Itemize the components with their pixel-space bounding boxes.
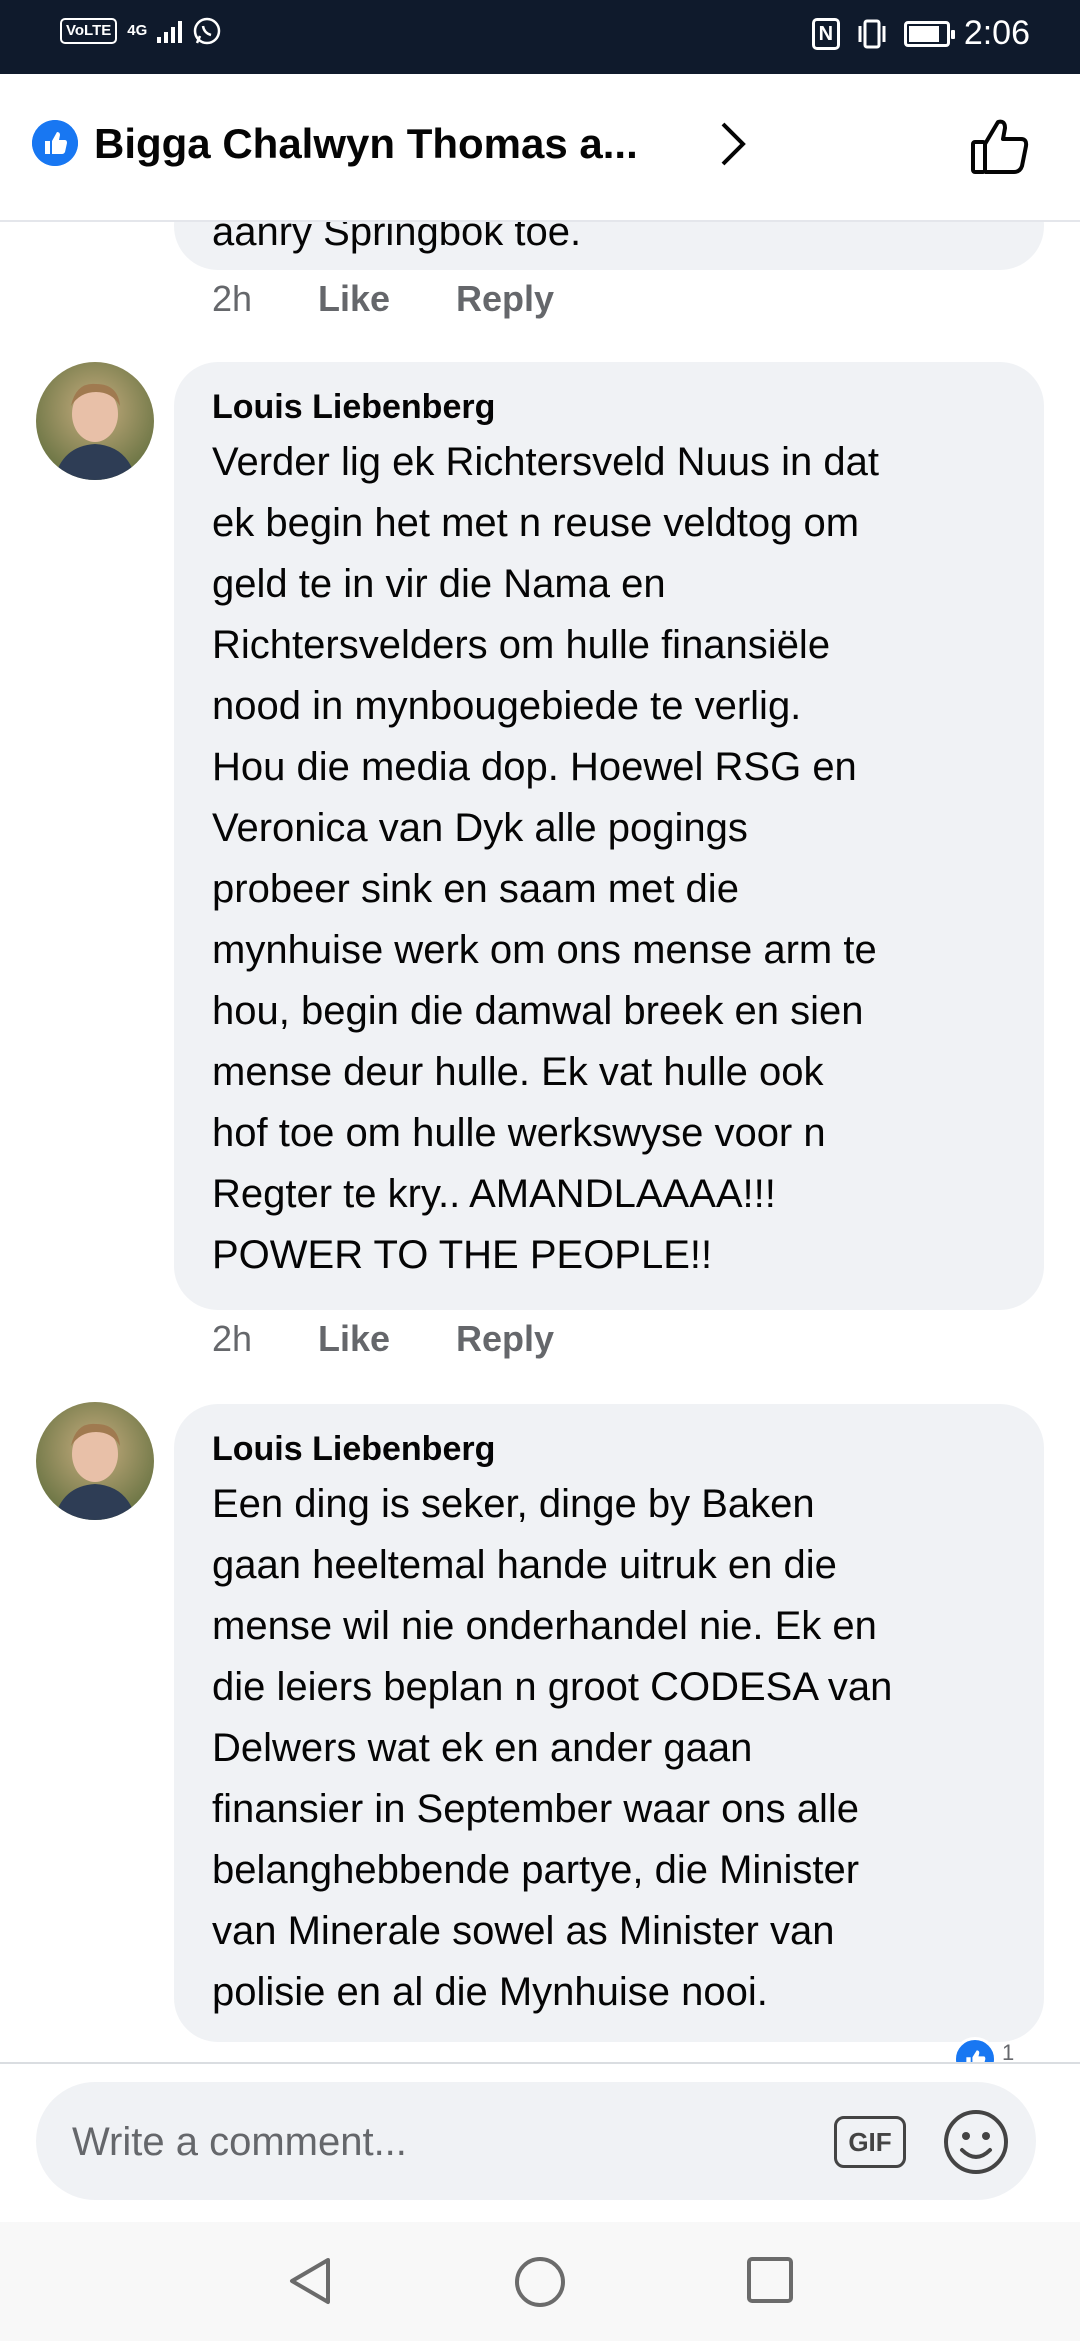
- comment-actions-previous: 2h Like Reply: [212, 278, 554, 320]
- like-badge-icon: [32, 120, 78, 166]
- reply-link[interactable]: Reply: [456, 1318, 554, 1360]
- nav-home-icon[interactable]: [512, 2254, 568, 2310]
- comment-input-placeholder: Write a comment...: [72, 2120, 407, 2164]
- comment-text-previous: aanry Springbok toe.: [212, 222, 582, 254]
- comment-input[interactable]: Write a comment... GIF: [36, 2082, 1036, 2200]
- comment-age: 2h: [212, 278, 253, 319]
- system-nav-bar: [0, 2222, 1080, 2341]
- signal-icon: [157, 19, 183, 43]
- comment-actions: 2h Like Reply: [212, 1318, 554, 1360]
- emoji-icon[interactable]: [942, 2108, 1010, 2176]
- reaction-count: 1: [1002, 2040, 1015, 2062]
- chevron-right-icon[interactable]: [715, 118, 751, 170]
- comment-author[interactable]: Louis Liebenberg: [212, 388, 495, 427]
- nav-recents-icon[interactable]: [744, 2254, 796, 2306]
- comment-text: Verder lig ek Richtersveld Nuus in dat e…: [212, 440, 879, 1277]
- thumbs-up-outline-icon[interactable]: [968, 114, 1032, 178]
- status-bar: VoLTE 4G N 2:06: [0, 0, 1080, 74]
- like-link[interactable]: Like: [318, 1318, 456, 1360]
- avatar[interactable]: [36, 1402, 154, 1520]
- like-link[interactable]: Like: [318, 278, 456, 320]
- volte-badge: VoLTE: [60, 18, 118, 44]
- comment-age: 2h: [212, 1318, 253, 1359]
- reply-link[interactable]: Reply: [456, 278, 554, 320]
- comment-composer: Write a comment... GIF: [0, 2062, 1080, 2222]
- nfc-icon: N: [811, 17, 840, 50]
- comment-text: Een ding is seker, dinge by Baken gaan h…: [212, 1482, 893, 2014]
- clock: 2:06: [963, 14, 1030, 52]
- vibrate-icon: [858, 19, 886, 48]
- nav-back-icon[interactable]: [284, 2254, 336, 2308]
- comment-author[interactable]: Louis Liebenberg: [212, 1430, 495, 1469]
- network-type: 4G: [127, 22, 148, 39]
- comment-feed[interactable]: aanry Springbok toe. 2h Like Reply Louis…: [0, 222, 1080, 2062]
- avatar[interactable]: [36, 362, 154, 480]
- battery-icon: [903, 20, 955, 47]
- post-title[interactable]: Bigga Chalwyn Thomas a...: [94, 120, 638, 168]
- post-header: Bigga Chalwyn Thomas a...: [0, 74, 1080, 222]
- whatsapp-icon: [194, 17, 221, 45]
- gif-button[interactable]: GIF: [834, 2116, 906, 2168]
